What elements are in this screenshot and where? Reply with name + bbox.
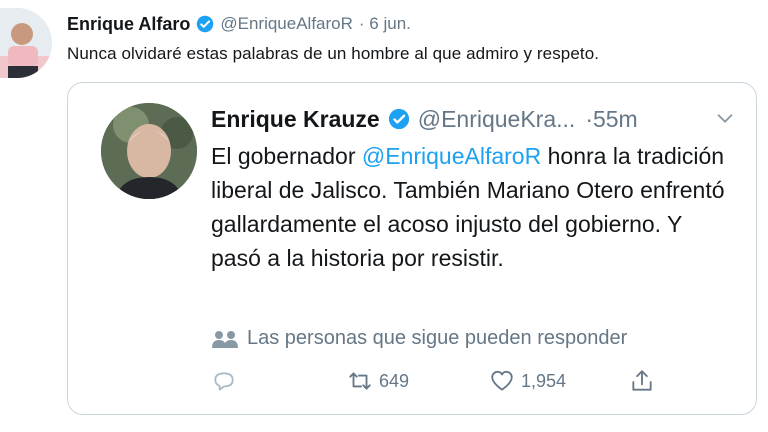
like-count: 1,954	[521, 370, 567, 391]
retweet-button[interactable]: 649	[347, 368, 409, 394]
quoted-text-before: El gobernador	[211, 143, 362, 169]
quoted-author-handle[interactable]: @EnriqueKra...	[418, 106, 576, 133]
chevron-down-icon[interactable]	[714, 107, 736, 129]
retweet-icon	[349, 372, 371, 390]
reply-restriction-note: Las personas que sigue pueden responder	[211, 327, 627, 350]
reply-button[interactable]	[211, 368, 237, 394]
quoted-avatar[interactable]	[101, 103, 197, 199]
outer-tweet-time[interactable]: · 6 jun.	[359, 14, 411, 34]
quoted-tweet-time[interactable]: ·55m	[585, 106, 637, 133]
heart-icon	[491, 370, 513, 391]
share-icon	[632, 370, 652, 391]
reply-icon	[214, 372, 234, 391]
mention-link[interactable]: @EnriqueAlfaroR	[362, 143, 541, 169]
share-button[interactable]	[629, 368, 655, 394]
outer-tweet-header: Enrique Alfaro @EnriqueAlfaroR · 6 jun.	[67, 12, 411, 36]
retweet-count: 649	[379, 370, 410, 391]
outer-tweet-text: Nunca olvidaré estas palabras de un homb…	[67, 44, 600, 63]
verified-icon	[197, 15, 214, 33]
quoted-author-name[interactable]: Enrique Krauze	[211, 106, 380, 133]
reply-note-text: Las personas que sigue pueden responder	[247, 327, 628, 349]
tweet-actions: 649 1,954	[211, 368, 671, 398]
quoted-tweet-header: Enrique Krauze @EnriqueKra... ·55m	[211, 103, 638, 135]
outer-author-handle[interactable]: @EnriqueAlfaroR	[220, 14, 353, 34]
people-icon	[212, 330, 238, 348]
outer-author-name[interactable]: Enrique Alfaro	[67, 14, 190, 35]
quoted-tweet-card[interactable]: Enrique Krauze @EnriqueKra... ·55m El go…	[67, 82, 757, 415]
outer-avatar[interactable]	[0, 8, 52, 78]
like-button[interactable]: 1,954	[489, 368, 566, 394]
quoted-tweet-text: El gobernador @EnriqueAlfaroR honra la t…	[211, 139, 731, 275]
verified-icon	[388, 108, 409, 130]
